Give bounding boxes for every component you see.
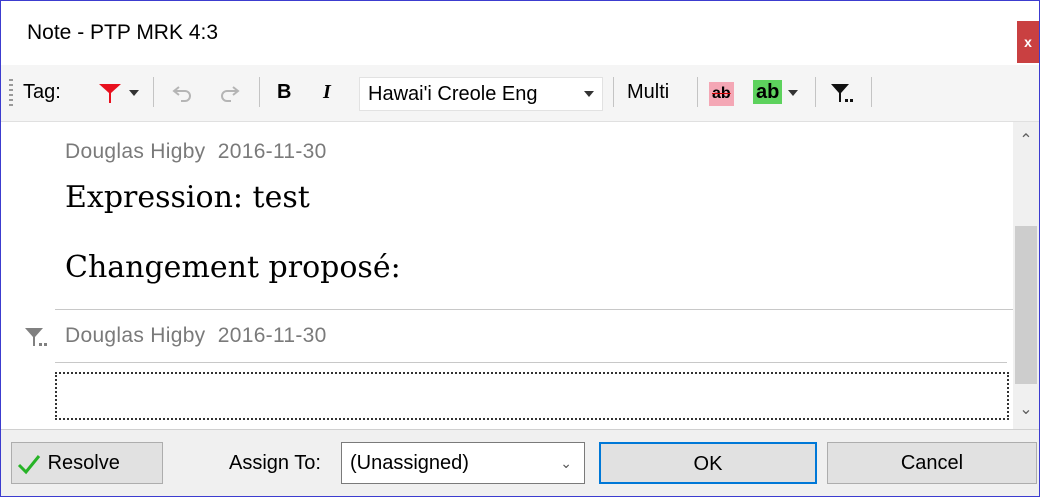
scrollbar-thumb[interactable] [1015,226,1037,384]
note-divider [55,362,1007,363]
assign-to-label: Assign To: [229,452,321,474]
tag-label: Tag: [23,81,61,103]
toolbar-separator [613,77,614,107]
filter-icon [831,83,853,102]
scroll-down-icon[interactable]: ⌄ [1013,397,1039,423]
undo-button[interactable] [171,75,195,109]
toolbar-separator [871,77,872,107]
note-dialog: Note - PTP MRK 4:3 x Tag: B I Hawai'i Cr… [0,0,1040,497]
redo-button[interactable] [217,75,241,109]
bold-button[interactable]: B [277,75,291,109]
italic-button[interactable]: I [323,75,331,109]
tag-dropdown[interactable] [97,75,139,109]
note-header: Douglas Higby 2016-11-30 [65,324,327,348]
window-title: Note - PTP MRK 4:3 [27,21,219,44]
reply-input[interactable] [55,372,1009,420]
assign-to-value: (Unassigned) [350,452,469,474]
vertical-scrollbar[interactable]: ⌃ ⌄ [1013,122,1039,429]
flag-icon [99,83,121,103]
multi-button[interactable]: Multi [627,75,669,109]
toolbar-separator [259,77,260,107]
strikethrough-button[interactable]: ab [709,75,734,109]
close-button[interactable]: x [1017,21,1039,63]
note-divider [55,309,1013,310]
highlight-dropdown[interactable]: ab [753,75,798,109]
toolbar-separator [697,77,698,107]
toolbar-grip[interactable] [9,79,13,107]
title-bar: Note - PTP MRK 4:3 x [1,1,1039,65]
toolbar: Tag: B I Hawai'i Creole Eng Multi ab ab [1,65,1039,122]
language-dropdown[interactable]: Hawai'i Creole Eng [359,77,603,111]
chevron-down-icon [584,91,594,97]
note-date: 2016-11-30 [217,140,327,163]
assign-to-dropdown[interactable]: (Unassigned) ⌄ [341,442,585,484]
note-text-line: Expression: test [65,180,310,215]
redo-icon [221,85,240,102]
resolve-label: Resolve [47,452,120,474]
note-author: Douglas Higby [65,140,206,163]
scroll-up-icon[interactable]: ⌃ [1013,128,1039,154]
chevron-down-icon [128,89,139,96]
chevron-down-icon: ⌄ [560,455,572,471]
language-value: Hawai'i Creole Eng [368,83,538,105]
chevron-down-icon [787,89,798,96]
cancel-button[interactable]: Cancel [827,442,1037,484]
filter-button[interactable] [829,75,857,109]
bottom-bar: Resolve Assign To: (Unassigned) ⌄ OK Can… [1,429,1039,496]
highlight-icon: ab [753,80,783,104]
note-text-line: Changement proposé: [65,250,401,285]
checkmark-icon [17,454,41,474]
resolve-button[interactable]: Resolve [11,442,163,484]
ok-button[interactable]: OK [599,442,817,484]
note-header: Douglas Higby 2016-11-30 [65,140,327,164]
note-date: 2016-11-30 [217,324,327,347]
note-author: Douglas Higby [65,324,206,347]
toolbar-separator [815,77,816,107]
notes-panel: Douglas Higby 2016-11-30 Expression: tes… [1,122,1013,429]
undo-icon [172,85,191,102]
filter-icon [25,328,47,346]
strikethrough-icon: ab [709,82,734,106]
toolbar-separator [153,77,154,107]
